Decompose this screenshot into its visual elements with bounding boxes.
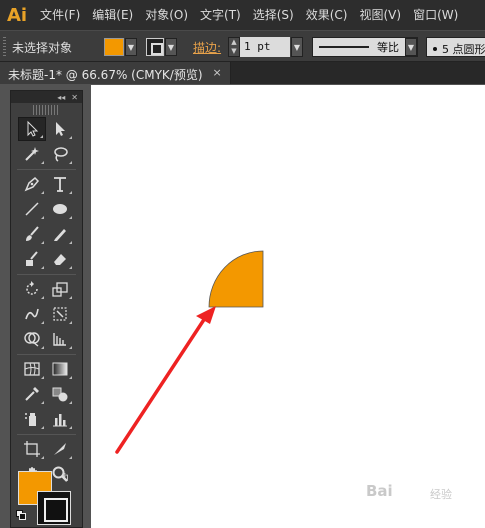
stroke-color-picker[interactable]: ▼ [146, 37, 177, 57]
symbol-sprayer-icon [25, 413, 36, 426]
selection-status: 未选择对象 [12, 41, 73, 55]
shape-builder-icon [24, 332, 40, 347]
ellipse-tool[interactable] [46, 197, 74, 221]
menu-type[interactable]: 文字(T) [194, 0, 247, 30]
pencil-tool[interactable] [46, 222, 74, 246]
rotate-tool[interactable] [18, 277, 46, 301]
close-icon[interactable]: × [213, 66, 222, 84]
menu-file[interactable]: 文件(F) [34, 0, 86, 30]
close-icon[interactable]: ✕ [71, 93, 78, 102]
lasso-tool[interactable] [46, 142, 74, 166]
menu-select[interactable]: 选择(S) [247, 0, 300, 30]
document-tab-bar: 未标题-1* @ 66.67% (CMYK/预览) × [0, 62, 485, 84]
mesh-tool[interactable] [18, 357, 46, 381]
pencil-icon [54, 229, 66, 241]
type-icon [54, 177, 66, 192]
direct-selection-icon [56, 122, 65, 136]
menu-effect[interactable]: 效果(C) [300, 0, 354, 30]
free-transform-tool[interactable] [46, 302, 74, 326]
eyedropper-icon [25, 387, 39, 401]
app-logo: Ai [6, 4, 28, 26]
magic-wand-tool[interactable] [18, 142, 46, 166]
slice-icon [54, 443, 66, 455]
scale-tool[interactable] [46, 277, 74, 301]
artboard[interactable] [91, 85, 485, 528]
toolbox-grip[interactable] [33, 105, 60, 115]
selection-tool[interactable] [18, 117, 46, 141]
type-tool[interactable] [46, 172, 74, 196]
menu-view[interactable]: 视图(V) [353, 0, 407, 30]
stroke-weight-value[interactable]: 1 pt [240, 37, 290, 57]
paintbrush-icon [26, 226, 39, 241]
pen-tool[interactable] [18, 172, 46, 196]
eraser-tool[interactable] [46, 247, 74, 271]
main-menu: 文件(F) 编辑(E) 对象(O) 文字(T) 选择(S) 效果(C) 视图(V… [34, 0, 464, 30]
toolbox-header: ◂◂ ✕ [11, 91, 82, 103]
toolbox-panel: ◂◂ ✕ ↰ [10, 90, 83, 528]
gradient-tool[interactable] [46, 357, 74, 381]
toolbox-stroke-swatch[interactable] [37, 491, 71, 525]
watermark-logo: Bai [366, 482, 393, 500]
chevron-down-icon[interactable]: ▼ [405, 38, 417, 56]
artboard-tool[interactable] [18, 437, 46, 461]
fill-swatch[interactable] [104, 38, 124, 56]
shape-builder-tool[interactable] [18, 327, 46, 351]
profile-label: 等比 [377, 41, 399, 54]
profile-line-icon [319, 46, 369, 48]
control-bar: 未选择对象 ▼ ▼ 描边: ▲ ▼ 1 pt ▼ 等比 ▼ 5 点圆形 [0, 30, 485, 62]
document-tab[interactable]: 未标题-1* @ 66.67% (CMYK/预览) × [0, 62, 231, 84]
eraser-icon [54, 254, 66, 265]
chevron-down-icon[interactable]: ▼ [291, 37, 303, 57]
perspective-grid-icon [53, 333, 66, 346]
watermark-label: 经验 [430, 488, 452, 501]
menu-window[interactable]: 窗口(W) [407, 0, 464, 30]
column-graph-icon [53, 414, 67, 427]
warp-tool[interactable] [18, 302, 46, 326]
symbol-sprayer-tool[interactable] [18, 407, 46, 431]
free-transform-icon [53, 307, 67, 321]
lasso-icon [54, 147, 68, 162]
gradient-icon [52, 362, 68, 376]
default-fill-stroke-icon[interactable] [16, 510, 26, 520]
blob-brush-icon [26, 251, 38, 266]
brush-definition[interactable]: 5 点圆形 [426, 37, 485, 57]
collapse-icon[interactable]: ◂◂ [57, 93, 65, 102]
fill-color-picker[interactable]: ▼ [104, 37, 137, 57]
blob-brush-tool[interactable] [18, 247, 46, 271]
eyedropper-tool[interactable] [18, 382, 46, 406]
artboard-icon [24, 441, 40, 457]
swap-fill-stroke-icon[interactable]: ↰ [61, 471, 70, 484]
line-icon [25, 202, 39, 216]
direct-selection-tool[interactable] [46, 117, 74, 141]
magic-wand-icon [25, 147, 39, 161]
stroke-weight-field[interactable]: ▲ ▼ 1 pt ▼ [228, 37, 304, 57]
document-title[interactable]: 未标题-1* @ 66.67% (CMYK/预览) [8, 66, 203, 84]
rotate-icon [26, 281, 38, 295]
ellipse-icon [53, 204, 67, 214]
brush-label: 5 点圆形 [442, 43, 485, 56]
stroke-swatch[interactable] [146, 38, 164, 56]
stroke-label[interactable]: 描边: [193, 39, 221, 56]
scale-icon [52, 282, 68, 297]
blend-icon [52, 387, 68, 402]
menu-edit[interactable]: 编辑(E) [86, 0, 139, 30]
chevron-down-icon[interactable]: ▼ [125, 38, 137, 56]
warp-icon [25, 308, 39, 320]
blend-tool[interactable] [46, 382, 74, 406]
stepper-icon[interactable]: ▲ ▼ [228, 37, 240, 57]
mesh-icon [24, 362, 40, 376]
brush-dot-icon [433, 47, 437, 51]
pen-icon [24, 176, 40, 192]
selection-arrow-icon [27, 120, 39, 137]
slice-tool[interactable] [46, 437, 74, 461]
menu-object[interactable]: 对象(O) [139, 0, 194, 30]
paintbrush-tool[interactable] [18, 222, 46, 246]
menu-bar: Ai 文件(F) 编辑(E) 对象(O) 文字(T) 选择(S) 效果(C) 视… [0, 0, 485, 30]
control-bar-grip[interactable] [3, 37, 6, 57]
column-graph-tool[interactable] [46, 407, 74, 431]
perspective-grid-tool[interactable] [46, 327, 74, 351]
line-segment-tool[interactable] [18, 197, 46, 221]
chevron-down-icon[interactable]: ▼ [165, 38, 177, 56]
variable-width-profile[interactable]: 等比 ▼ [312, 37, 418, 57]
